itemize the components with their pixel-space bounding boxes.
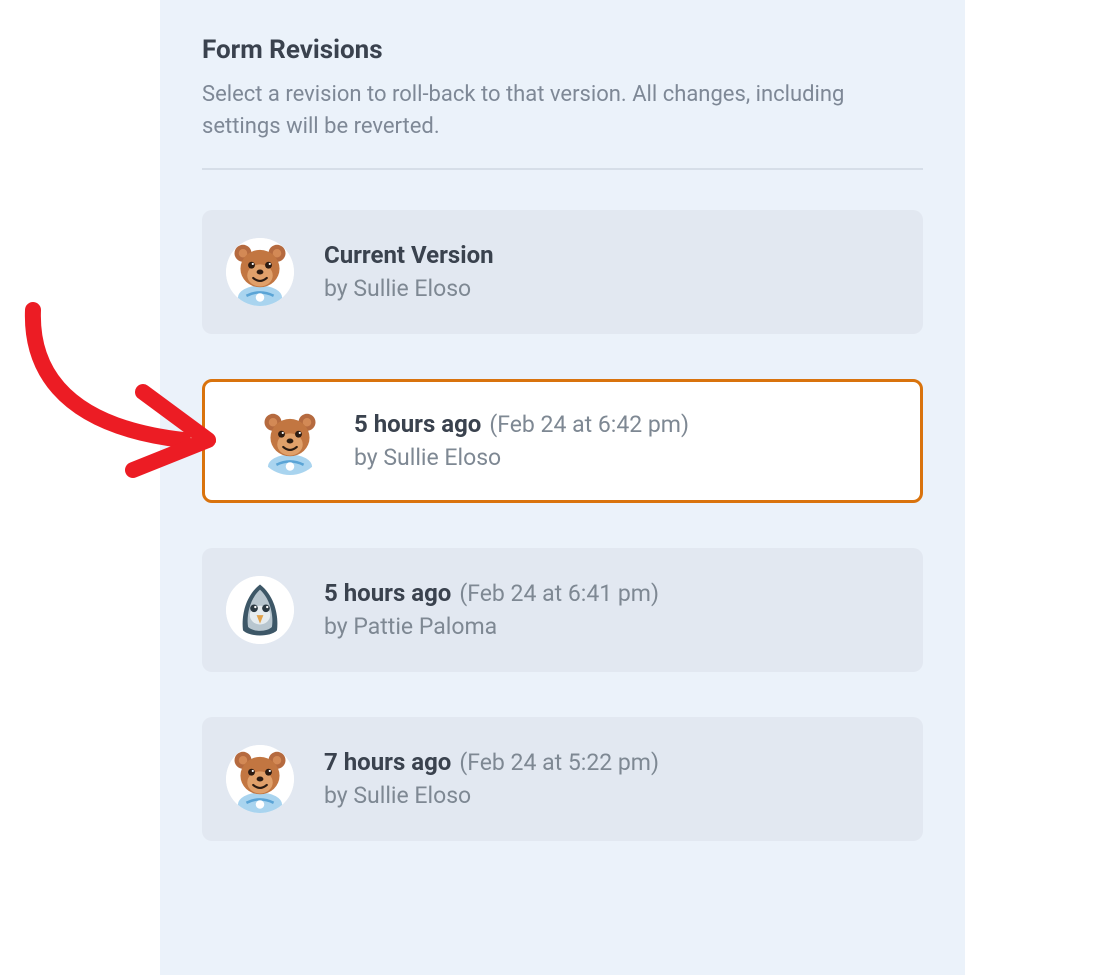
revision-title: 7 hours ago xyxy=(324,748,451,776)
revision-text: 5 hours ago (Feb 24 at 6:42 pm) by Sulli… xyxy=(354,410,689,471)
revisions-panel: Form Revisions Select a revision to roll… xyxy=(160,0,965,975)
panel-description: Select a revision to roll-back to that v… xyxy=(202,79,923,143)
avatar-bear-icon xyxy=(226,745,294,813)
revision-text: Current Version by Sullie Eloso xyxy=(324,241,494,302)
selected-marker xyxy=(190,433,216,448)
revision-list: Current Version by Sullie Eloso 5 hours … xyxy=(202,210,923,886)
revision-author: by Sullie Eloso xyxy=(354,444,689,471)
revision-title-row: 5 hours ago (Feb 24 at 6:41 pm) xyxy=(324,579,659,607)
revision-title: Current Version xyxy=(324,241,494,269)
avatar-bear-icon xyxy=(226,238,294,306)
revision-author: by Sullie Eloso xyxy=(324,275,494,302)
revision-title-row: Current Version xyxy=(324,241,494,269)
avatar-bear-icon xyxy=(256,407,324,475)
avatar-bird-icon xyxy=(226,576,294,644)
revision-title-row: 5 hours ago (Feb 24 at 6:42 pm) xyxy=(354,410,689,438)
revision-title: 5 hours ago xyxy=(354,410,481,438)
revision-subtime: (Feb 24 at 5:22 pm) xyxy=(459,749,659,776)
panel-title: Form Revisions xyxy=(202,35,923,65)
revision-title-row: 7 hours ago (Feb 24 at 5:22 pm) xyxy=(324,748,659,776)
revision-author: by Sullie Eloso xyxy=(324,782,659,809)
revision-subtime: (Feb 24 at 6:42 pm) xyxy=(489,411,689,438)
revision-card[interactable]: 5 hours ago (Feb 24 at 6:41 pm) by Patti… xyxy=(202,548,923,672)
revision-text: 5 hours ago (Feb 24 at 6:41 pm) by Patti… xyxy=(324,579,659,640)
revision-card-selected[interactable]: 5 hours ago (Feb 24 at 6:42 pm) by Sulli… xyxy=(202,379,923,503)
revision-author: by Pattie Paloma xyxy=(324,613,659,640)
divider-line xyxy=(202,168,923,170)
revision-title: 5 hours ago xyxy=(324,579,451,607)
revision-text: 7 hours ago (Feb 24 at 5:22 pm) by Sulli… xyxy=(324,748,659,809)
revision-card-current[interactable]: Current Version by Sullie Eloso xyxy=(202,210,923,334)
marker-dot-icon xyxy=(181,433,196,448)
revision-card[interactable]: 7 hours ago (Feb 24 at 5:22 pm) by Sulli… xyxy=(202,717,923,841)
marker-stem xyxy=(196,439,216,442)
revision-subtime: (Feb 24 at 6:41 pm) xyxy=(459,580,659,607)
